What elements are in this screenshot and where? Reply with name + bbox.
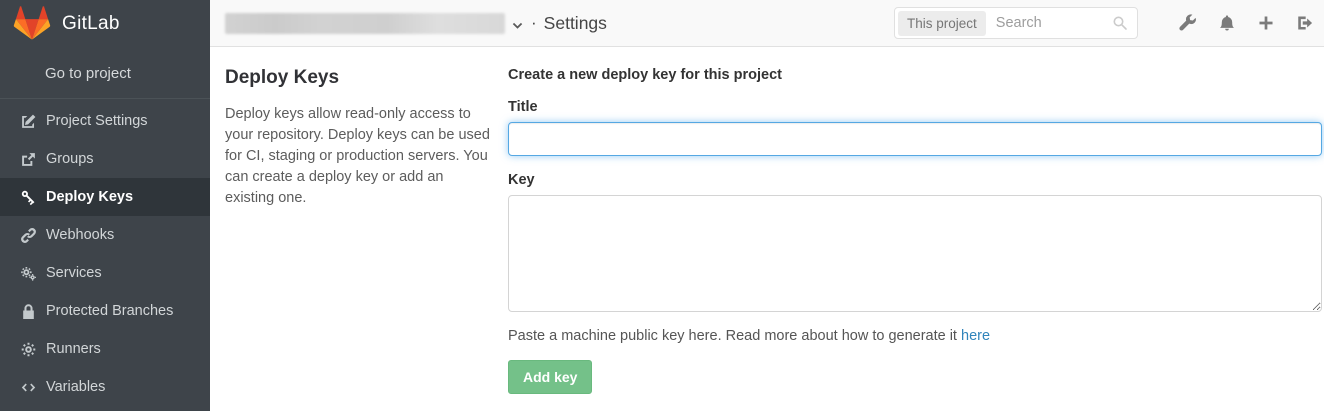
project-name-redacted[interactable] [225,13,505,34]
sidebar-item-label: Protected Branches [46,303,173,319]
bell-icon[interactable] [1218,14,1236,32]
sidebar: GitLab Go to project Project Settings Gr… [0,0,210,411]
page-title: Deploy Keys [225,67,493,89]
breadcrumb-separator: · [531,13,537,33]
go-to-project-link[interactable]: Go to project [45,65,210,82]
key-textarea[interactable] [508,195,1322,312]
search-input[interactable] [994,14,1112,32]
title-input[interactable] [508,122,1322,156]
sidebar-item-project-settings[interactable]: Project Settings [0,102,210,140]
plus-icon[interactable] [1257,14,1275,32]
link-icon [20,227,37,244]
deploy-keys-page: Deploy Keys Deploy keys allow read-only … [210,47,1324,411]
gitlab-tanuki-logo-icon [13,5,51,43]
generate-key-link[interactable]: here [961,328,990,344]
search-icon [1112,15,1128,31]
key-hint: Paste a machine public key here. Read mo… [508,328,1322,344]
form-heading: Create a new deploy key for this project [508,67,1322,83]
lock-icon [20,303,37,320]
title-label: Title [508,99,1322,115]
sidebar-item-label: Deploy Keys [46,189,133,205]
sidebar-item-services[interactable]: Services [0,254,210,292]
topbar: · Settings This project [210,0,1324,47]
add-key-button[interactable]: Add key [508,360,592,394]
cogs-icon [20,265,37,282]
gitlab-home-link[interactable]: GitLab [0,0,210,43]
settings-nav: Project Settings Groups Deploy Ke [0,99,210,406]
key-label: Key [508,172,1322,188]
section-description-column: Deploy Keys Deploy keys allow read-only … [225,63,493,411]
sidebar-item-label: Groups [46,151,94,167]
deploy-key-form: Create a new deploy key for this project… [508,63,1322,411]
sidebar-item-label: Services [46,265,102,281]
pencil-square-icon [20,113,37,130]
sidebar-item-label: Runners [46,341,101,357]
search-box[interactable]: This project [894,7,1138,39]
gitlab-logo-text: GitLab [62,13,120,35]
chevron-down-icon[interactable] [511,19,524,32]
gitlab-app: GitLab Go to project Project Settings Gr… [0,0,1324,411]
search-scope-chip[interactable]: This project [898,11,986,36]
breadcrumb-current: Settings [544,13,607,34]
topbar-right: This project [894,7,1314,39]
sidebar-item-runners[interactable]: Runners [0,330,210,368]
code-icon [20,379,37,396]
sidebar-item-groups[interactable]: Groups [0,140,210,178]
sidebar-item-protected-branches[interactable]: Protected Branches [0,292,210,330]
topbar-icons [1158,14,1314,32]
sidebar-item-label: Project Settings [46,113,148,129]
section-description: Deploy keys allow read-only access to yo… [225,104,493,209]
breadcrumb: · Settings [225,13,607,34]
sign-out-icon[interactable] [1296,14,1314,32]
cog-icon [20,341,37,358]
sidebar-item-variables[interactable]: Variables [0,368,210,406]
share-square-icon [20,151,37,168]
sidebar-header: GitLab Go to project [0,0,210,99]
key-hint-text: Paste a machine public key here. Read mo… [508,328,961,344]
sidebar-item-label: Variables [46,379,105,395]
key-icon [20,189,37,206]
wrench-icon[interactable] [1179,14,1197,32]
sidebar-item-deploy-keys[interactable]: Deploy Keys [0,178,210,216]
sidebar-item-label: Webhooks [46,227,114,243]
sidebar-item-webhooks[interactable]: Webhooks [0,216,210,254]
